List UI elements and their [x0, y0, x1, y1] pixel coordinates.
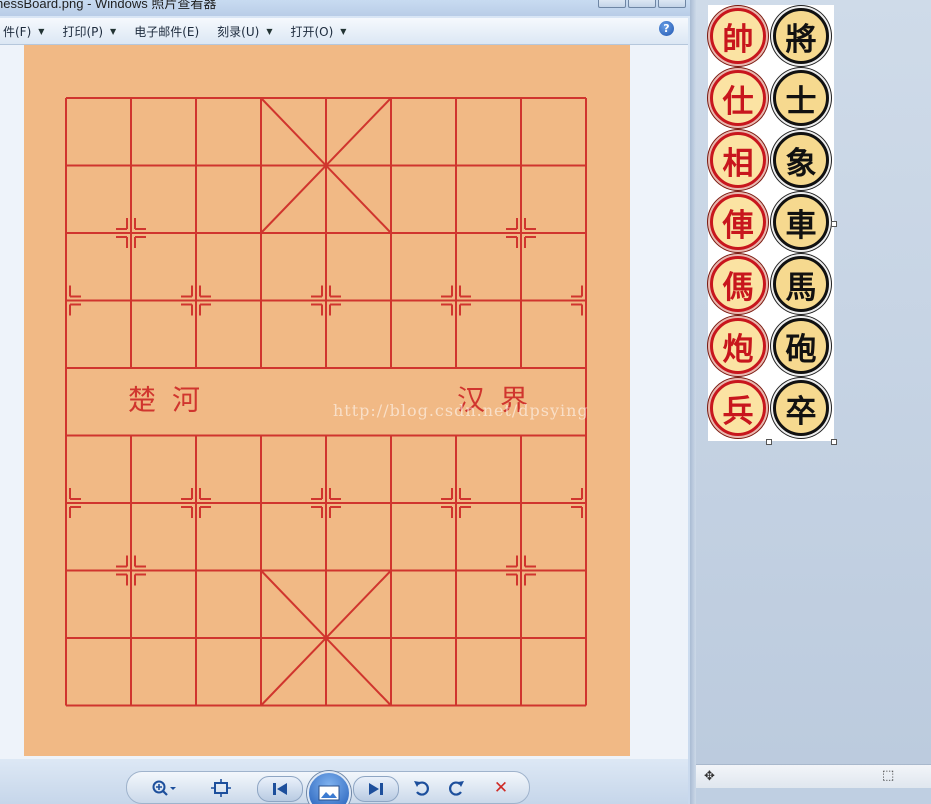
- black-piece-cannon: 砲: [773, 318, 829, 374]
- menu-email-label: 电子邮件(E): [134, 24, 200, 39]
- resize-handle-right[interactable]: [831, 221, 837, 227]
- window-title: hessBoard.png - Windows 照片查看器: [0, 0, 217, 11]
- red-piece-horse: 傌: [710, 256, 766, 312]
- chevron-down-icon: ▼: [110, 26, 117, 36]
- resize-handle-bottom[interactable]: [766, 439, 772, 445]
- image-canvas: 楚 河 汉 界 http://blog.csdn.net/dpsying: [0, 45, 688, 759]
- black-piece-elephant: 象: [773, 132, 829, 188]
- rotate-ccw-icon[interactable]: [411, 776, 433, 800]
- red-piece-soldier: 兵: [710, 380, 766, 436]
- pieces-sprite-sheet[interactable]: 帥 將 仕 士 相 象 俥 車 傌 馬 炮 砲 兵 卒: [708, 5, 834, 441]
- menu-bar: 件(F) ▼ 打印(P) ▼ 电子邮件(E) 刻录(U) ▼ 打开(O) ▼ ?: [0, 18, 688, 45]
- menu-open[interactable]: 打开(O) ▼: [281, 20, 355, 42]
- river-char-chu: 楚: [124, 385, 157, 413]
- previous-icon[interactable]: [257, 776, 303, 802]
- resize-handle-corner[interactable]: [831, 439, 837, 445]
- zoom-icon[interactable]: [149, 776, 179, 800]
- rotate-cw-icon[interactable]: [445, 776, 467, 800]
- menu-file[interactable]: 件(F) ▼: [0, 20, 53, 42]
- chevron-down-icon: ▼: [38, 26, 45, 36]
- black-piece-horse: 馬: [773, 256, 829, 312]
- maximize-button[interactable]: [628, 0, 656, 8]
- black-piece-soldier: 卒: [773, 380, 829, 436]
- menu-burn-label: 刻录(U): [217, 24, 260, 39]
- menu-email[interactable]: 电子邮件(E): [125, 20, 208, 42]
- playback-bar: ✕: [0, 759, 688, 804]
- red-piece-cannon: 炮: [710, 318, 766, 374]
- minimize-button[interactable]: [598, 0, 626, 8]
- close-button[interactable]: [658, 0, 686, 8]
- controls-pill: ✕: [126, 771, 530, 804]
- paint-canvas-area: 帥 將 仕 士 相 象 俥 車 傌 馬 炮 砲 兵 卒: [696, 0, 931, 764]
- red-piece-advisor: 仕: [710, 70, 766, 126]
- actual-size-icon[interactable]: [209, 776, 233, 800]
- next-icon[interactable]: [353, 776, 399, 802]
- black-piece-king: 將: [773, 8, 829, 64]
- watermark-text: http://blog.csdn.net/dpsying: [333, 401, 589, 420]
- black-piece-chariot: 車: [773, 194, 829, 250]
- paint-window: 帥 將 仕 士 相 象 俥 車 傌 馬 炮 砲 兵 卒 ✥ ⬚: [690, 0, 931, 804]
- menu-print[interactable]: 打印(P) ▼: [53, 20, 125, 42]
- photo-viewer-window: hessBoard.png - Windows 照片查看器 件(F) ▼ 打印(…: [0, 0, 691, 804]
- chevron-down-icon: ▼: [266, 26, 273, 36]
- menu-file-label: 件(F): [3, 24, 32, 39]
- slideshow-icon[interactable]: [307, 771, 351, 804]
- black-piece-advisor: 士: [773, 70, 829, 126]
- delete-icon[interactable]: ✕: [489, 776, 513, 800]
- selection-size-icon: ⬚: [882, 768, 895, 783]
- move-icon: ✥: [704, 769, 715, 784]
- window-bottom-border: [696, 788, 931, 804]
- title-bar: hessBoard.png - Windows 照片查看器: [0, 0, 690, 16]
- chevron-down-icon: ▼: [340, 26, 347, 36]
- red-piece-elephant: 相: [710, 132, 766, 188]
- menu-burn[interactable]: 刻录(U) ▼: [208, 20, 281, 42]
- window-controls: [598, 0, 686, 8]
- red-piece-king: 帥: [710, 8, 766, 64]
- menu-print-label: 打印(P): [62, 24, 104, 39]
- paint-status-bar: ✥ ⬚: [696, 764, 931, 789]
- help-icon[interactable]: ?: [659, 21, 674, 36]
- red-piece-chariot: 俥: [710, 194, 766, 250]
- river-char-he: 河: [168, 385, 201, 413]
- menu-open-label: 打开(O): [290, 24, 334, 39]
